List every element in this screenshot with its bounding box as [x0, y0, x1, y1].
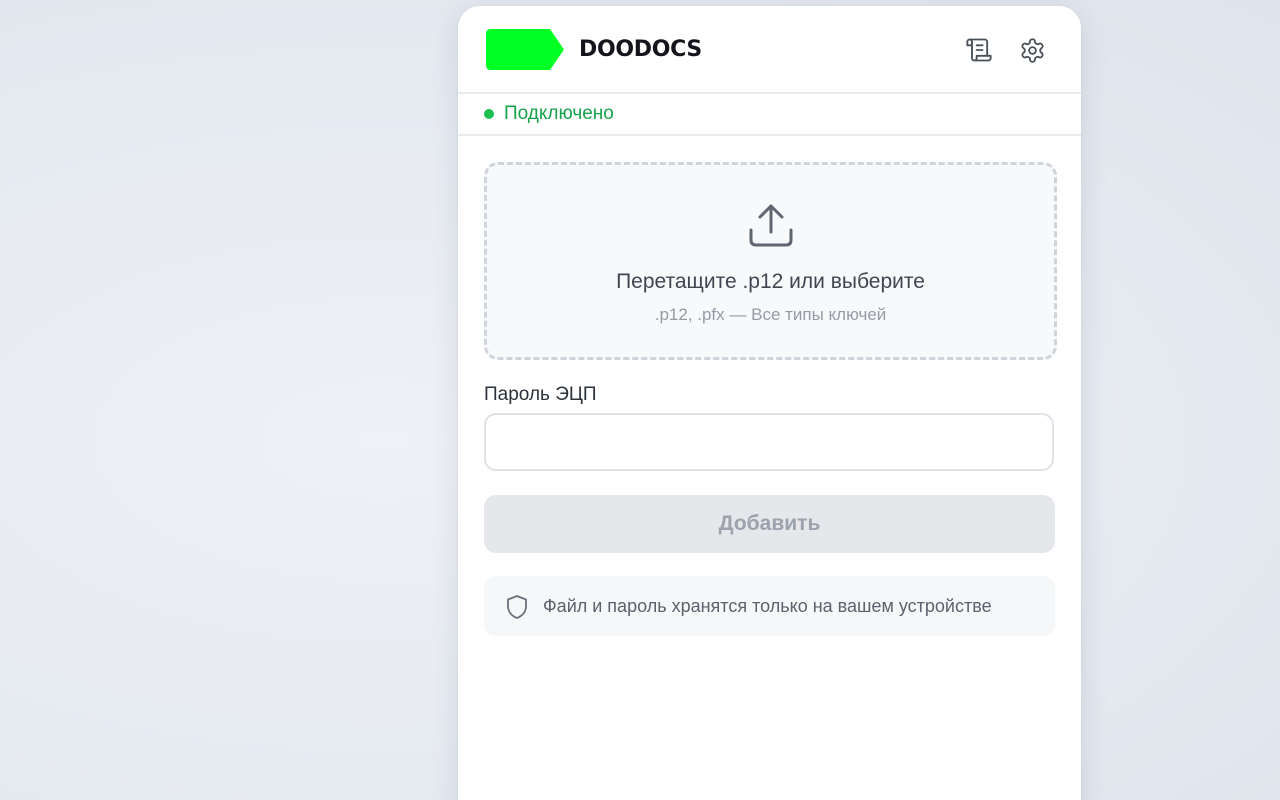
add-button[interactable]: Добавить [484, 495, 1055, 553]
brand-name: DOODOCS [579, 37, 702, 62]
privacy-note-text: Файл и пароль хранятся только на вашем у… [543, 596, 992, 616]
docs-button[interactable] [963, 34, 995, 66]
shield-icon [507, 595, 527, 619]
dropzone-title: Перетащите .p12 или выберите [616, 270, 925, 293]
privacy-note: Файл и пароль хранятся только на вашем у… [484, 576, 1055, 636]
dropzone-subtitle: .p12, .pfx — Все типы ключей [654, 305, 887, 324]
password-label: Пароль ЭЦП [484, 384, 597, 405]
connection-status-bar: Подключено [458, 94, 1081, 136]
gear-icon [1020, 37, 1044, 63]
file-dropzone[interactable]: Перетащите .p12 или выберите .p12, .pfx … [484, 162, 1057, 360]
upload-icon [749, 204, 793, 247]
scroll-document-icon [966, 38, 992, 62]
header: DOODOCS [458, 6, 1081, 94]
extension-popup: DOODOCS Подключено Перетащите .p12 или в… [458, 6, 1081, 800]
password-input[interactable] [484, 413, 1054, 471]
brand-logo-mark [486, 29, 564, 70]
settings-button[interactable] [1016, 34, 1048, 66]
status-text: Подключено [504, 103, 614, 124]
status-dot-icon [484, 109, 494, 119]
